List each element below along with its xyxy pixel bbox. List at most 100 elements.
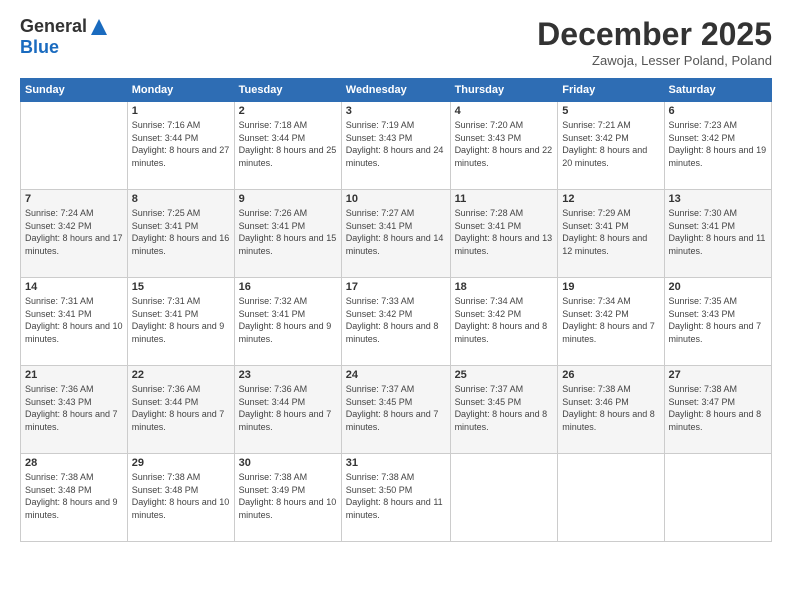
day-info: Sunrise: 7:19 AMSunset: 3:43 PMDaylight:… [346, 119, 446, 169]
col-tuesday: Tuesday [234, 79, 341, 102]
calendar-cell: 15 Sunrise: 7:31 AMSunset: 3:41 PMDayligh… [127, 278, 234, 366]
day-info: Sunrise: 7:38 AMSunset: 3:50 PMDaylight:… [346, 471, 446, 521]
day-number: 15 [132, 281, 230, 293]
day-info: Sunrise: 7:37 AMSunset: 3:45 PMDaylight:… [346, 383, 446, 433]
day-info: Sunrise: 7:36 AMSunset: 3:44 PMDaylight:… [239, 383, 337, 433]
calendar-cell: 10 Sunrise: 7:27 AMSunset: 3:41 PMDayligh… [341, 190, 450, 278]
calendar-week-2: 14 Sunrise: 7:31 AMSunset: 3:41 PMDayligh… [21, 278, 772, 366]
day-number: 29 [132, 457, 230, 469]
calendar-cell: 8 Sunrise: 7:25 AMSunset: 3:41 PMDaylight… [127, 190, 234, 278]
day-number: 7 [25, 193, 123, 205]
day-info: Sunrise: 7:16 AMSunset: 3:44 PMDaylight:… [132, 119, 230, 169]
calendar-cell: 18Sunrise: 7:34 AMSunset: 3:42 PMDayligh… [450, 278, 558, 366]
day-info: Sunrise: 7:26 AMSunset: 3:41 PMDaylight:… [239, 207, 337, 257]
day-info: Sunrise: 7:20 AMSunset: 3:43 PMDaylight:… [455, 119, 554, 169]
col-thursday: Thursday [450, 79, 558, 102]
day-info: Sunrise: 7:38 AMSunset: 3:47 PMDaylight:… [669, 383, 767, 433]
day-number: 2 [239, 105, 337, 117]
day-number: 25 [455, 369, 554, 381]
calendar-cell: 14Sunrise: 7:31 AMSunset: 3:41 PMDayligh… [21, 278, 128, 366]
day-info: Sunrise: 7:32 AMSunset: 3:41 PMDaylight:… [239, 295, 337, 345]
calendar-cell: 19 Sunrise: 7:34 AMSunset: 3:42 PMDayligh… [558, 278, 664, 366]
col-monday: Monday [127, 79, 234, 102]
day-info: Sunrise: 7:37 AMSunset: 3:45 PMDaylight:… [455, 383, 554, 433]
day-info: Sunrise: 7:34 AMSunset: 3:42 PMDaylight:… [562, 295, 659, 345]
day-number: 26 [562, 369, 659, 381]
col-friday: Friday [558, 79, 664, 102]
col-wednesday: Wednesday [341, 79, 450, 102]
day-info: Sunrise: 7:38 AMSunset: 3:49 PMDaylight:… [239, 471, 337, 521]
location: Zawoja, Lesser Poland, Poland [537, 53, 772, 68]
day-info: Sunrise: 7:34 AMSunset: 3:42 PMDaylight:… [455, 295, 554, 345]
day-number: 10 [346, 193, 446, 205]
logo-icon [89, 17, 109, 37]
logo-blue-text: Blue [20, 37, 59, 58]
calendar-cell [664, 454, 771, 542]
calendar-cell: 16 Sunrise: 7:32 AMSunset: 3:41 PMDayligh… [234, 278, 341, 366]
day-info: Sunrise: 7:27 AMSunset: 3:41 PMDaylight:… [346, 207, 446, 257]
calendar-cell: 3 Sunrise: 7:19 AMSunset: 3:43 PMDaylight… [341, 102, 450, 190]
calendar-cell: 31 Sunrise: 7:38 AMSunset: 3:50 PMDayligh… [341, 454, 450, 542]
day-info: Sunrise: 7:18 AMSunset: 3:44 PMDaylight:… [239, 119, 337, 169]
day-number: 31 [346, 457, 446, 469]
day-info: Sunrise: 7:38 AMSunset: 3:46 PMDaylight:… [562, 383, 659, 433]
calendar-table: Sunday Monday Tuesday Wednesday Thursday… [20, 78, 772, 542]
page-container: General Blue December 2025 Zawoja, Lesse… [0, 0, 792, 612]
day-info: Sunrise: 7:36 AMSunset: 3:44 PMDaylight:… [132, 383, 230, 433]
day-number: 14 [25, 281, 123, 293]
day-number: 30 [239, 457, 337, 469]
day-number: 17 [346, 281, 446, 293]
calendar-cell: 6 Sunrise: 7:23 AMSunset: 3:42 PMDaylight… [664, 102, 771, 190]
day-number: 13 [669, 193, 767, 205]
title-section: December 2025 Zawoja, Lesser Poland, Pol… [537, 16, 772, 68]
calendar-cell: 26 Sunrise: 7:38 AMSunset: 3:46 PMDayligh… [558, 366, 664, 454]
day-number: 21 [25, 369, 123, 381]
calendar-cell: 2 Sunrise: 7:18 AMSunset: 3:44 PMDaylight… [234, 102, 341, 190]
calendar-cell: 5 Sunrise: 7:21 AMSunset: 3:42 PMDaylight… [558, 102, 664, 190]
calendar-cell: 20Sunrise: 7:35 AMSunset: 3:43 PMDayligh… [664, 278, 771, 366]
day-number: 4 [455, 105, 554, 117]
day-number: 19 [562, 281, 659, 293]
calendar-cell: 22Sunrise: 7:36 AMSunset: 3:44 PMDayligh… [127, 366, 234, 454]
calendar-cell: 12 Sunrise: 7:29 AMSunset: 3:41 PMDayligh… [558, 190, 664, 278]
calendar-cell: 30 Sunrise: 7:38 AMSunset: 3:49 PMDayligh… [234, 454, 341, 542]
day-info: Sunrise: 7:38 AMSunset: 3:48 PMDaylight:… [132, 471, 230, 521]
day-number: 8 [132, 193, 230, 205]
day-info: Sunrise: 7:30 AMSunset: 3:41 PMDaylight:… [669, 207, 767, 257]
calendar-cell: 4 Sunrise: 7:20 AMSunset: 3:43 PMDaylight… [450, 102, 558, 190]
day-info: Sunrise: 7:35 AMSunset: 3:43 PMDaylight:… [669, 295, 767, 345]
day-number: 9 [239, 193, 337, 205]
calendar-cell: 25 Sunrise: 7:37 AMSunset: 3:45 PMDayligh… [450, 366, 558, 454]
calendar-cell: 29 Sunrise: 7:38 AMSunset: 3:48 PMDayligh… [127, 454, 234, 542]
day-number: 12 [562, 193, 659, 205]
day-info: Sunrise: 7:21 AMSunset: 3:42 PMDaylight:… [562, 119, 659, 169]
day-info: Sunrise: 7:31 AMSunset: 3:41 PMDaylight:… [132, 295, 230, 345]
day-info: Sunrise: 7:25 AMSunset: 3:41 PMDaylight:… [132, 207, 230, 257]
calendar-cell: 13 Sunrise: 7:30 AMSunset: 3:41 PMDayligh… [664, 190, 771, 278]
day-number: 3 [346, 105, 446, 117]
day-number: 5 [562, 105, 659, 117]
calendar-cell: 24 Sunrise: 7:37 AMSunset: 3:45 PMDayligh… [341, 366, 450, 454]
calendar-header-row: Sunday Monday Tuesday Wednesday Thursday… [21, 79, 772, 102]
day-info: Sunrise: 7:23 AMSunset: 3:42 PMDaylight:… [669, 119, 767, 169]
day-info: Sunrise: 7:28 AMSunset: 3:41 PMDaylight:… [455, 207, 554, 257]
day-info: Sunrise: 7:33 AMSunset: 3:42 PMDaylight:… [346, 295, 446, 345]
logo: General Blue [20, 16, 109, 58]
header: General Blue December 2025 Zawoja, Lesse… [20, 16, 772, 68]
calendar-cell: 7Sunrise: 7:24 AMSunset: 3:42 PMDaylight… [21, 190, 128, 278]
col-saturday: Saturday [664, 79, 771, 102]
col-sunday: Sunday [21, 79, 128, 102]
day-number: 16 [239, 281, 337, 293]
month-title: December 2025 [537, 16, 772, 53]
day-info: Sunrise: 7:29 AMSunset: 3:41 PMDaylight:… [562, 207, 659, 257]
calendar-week-4: 28Sunrise: 7:38 AMSunset: 3:48 PMDayligh… [21, 454, 772, 542]
day-number: 24 [346, 369, 446, 381]
calendar-cell: 9 Sunrise: 7:26 AMSunset: 3:41 PMDaylight… [234, 190, 341, 278]
calendar-cell [21, 102, 128, 190]
calendar-cell: 28Sunrise: 7:38 AMSunset: 3:48 PMDayligh… [21, 454, 128, 542]
calendar-cell: 1Sunrise: 7:16 AMSunset: 3:44 PMDaylight… [127, 102, 234, 190]
day-info: Sunrise: 7:36 AMSunset: 3:43 PMDaylight:… [25, 383, 123, 433]
day-number: 23 [239, 369, 337, 381]
day-number: 6 [669, 105, 767, 117]
day-info: Sunrise: 7:38 AMSunset: 3:48 PMDaylight:… [25, 471, 123, 521]
